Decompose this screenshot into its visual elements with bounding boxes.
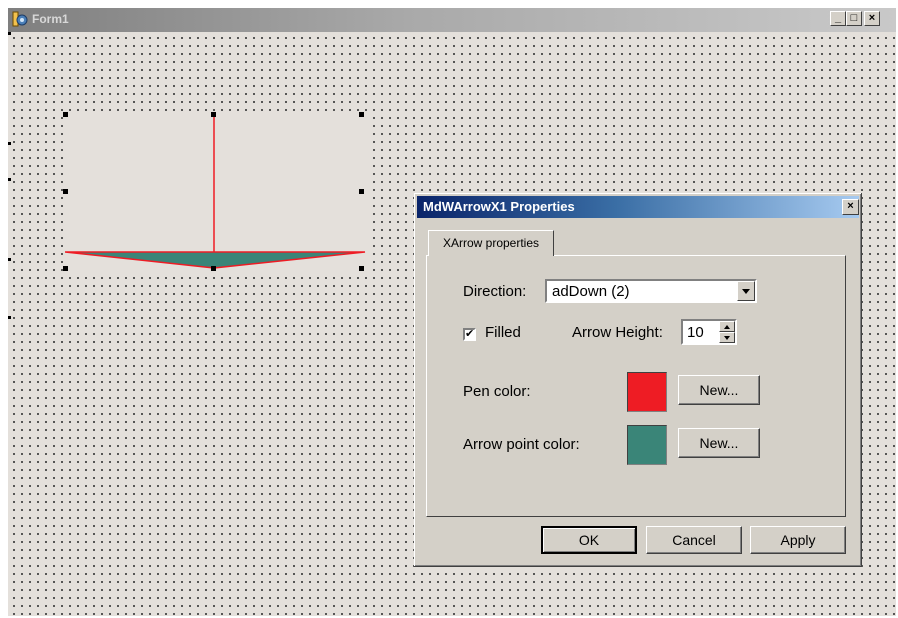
arrow-down-icon xyxy=(724,336,730,340)
direction-label: Direction: xyxy=(463,283,527,300)
resize-handle-top-right[interactable] xyxy=(359,112,364,117)
resize-handle-top-left[interactable] xyxy=(63,112,68,117)
arrow-control[interactable] xyxy=(65,114,373,276)
resize-handle-right[interactable] xyxy=(359,189,364,194)
maximize-button[interactable]: □ xyxy=(846,11,862,26)
direction-value: adDown (2) xyxy=(552,283,630,300)
filled-label: Filled xyxy=(485,324,521,341)
form1-titlebar[interactable]: Form1 _ □ × xyxy=(8,8,896,32)
resize-handle-bottom-right[interactable] xyxy=(359,266,364,271)
properties-dialog: MdWArrowX1 Properties × XArrow propertie… xyxy=(414,193,862,567)
chevron-down-icon xyxy=(742,289,750,294)
ok-button[interactable]: OK xyxy=(541,526,637,554)
resize-handle-bottom-left[interactable] xyxy=(63,266,68,271)
resize-handle-left[interactable] xyxy=(63,189,68,194)
arrow-height-spinner[interactable]: 10 xyxy=(681,319,737,345)
edge-marker xyxy=(8,258,11,261)
spin-up-button[interactable] xyxy=(719,321,735,332)
spin-down-button[interactable] xyxy=(719,332,735,343)
arrow-up-icon xyxy=(724,325,730,329)
arrow-height-value: 10 xyxy=(687,324,704,341)
edge-marker xyxy=(8,178,11,181)
direction-dropdown[interactable]: adDown (2) xyxy=(545,279,757,303)
pen-color-swatch[interactable] xyxy=(627,372,667,412)
filled-checkbox[interactable]: ✔ xyxy=(463,328,476,341)
edge-marker xyxy=(8,142,11,145)
apply-button[interactable]: Apply xyxy=(750,526,846,554)
arrow-point-color-label: Arrow point color: xyxy=(463,436,580,453)
dialog-close-button[interactable]: × xyxy=(842,199,859,215)
form1-title: Form1 xyxy=(32,12,69,26)
resize-handle-bottom[interactable] xyxy=(211,266,216,271)
pen-color-label: Pen color: xyxy=(463,383,531,400)
edge-marker xyxy=(8,32,11,35)
tab-xarrow-properties[interactable]: XArrow properties xyxy=(428,230,554,256)
arrow-point-color-new-button[interactable]: New... xyxy=(678,428,760,458)
dropdown-button[interactable] xyxy=(737,281,755,301)
dialog-title: MdWArrowX1 Properties xyxy=(423,199,575,214)
close-button[interactable]: × xyxy=(864,11,880,26)
arrow-graphic xyxy=(65,114,366,269)
pen-color-new-button[interactable]: New... xyxy=(678,375,760,405)
arrow-point-color-swatch[interactable] xyxy=(627,425,667,465)
arrow-height-label: Arrow Height: xyxy=(572,324,663,341)
dialog-titlebar[interactable]: MdWArrowX1 Properties × xyxy=(417,196,859,218)
resize-handle-top[interactable] xyxy=(211,112,216,117)
cancel-button[interactable]: Cancel xyxy=(646,526,742,554)
edge-marker xyxy=(8,316,11,319)
delphi-form-icon xyxy=(12,11,28,27)
minimize-button[interactable]: _ xyxy=(830,11,846,26)
